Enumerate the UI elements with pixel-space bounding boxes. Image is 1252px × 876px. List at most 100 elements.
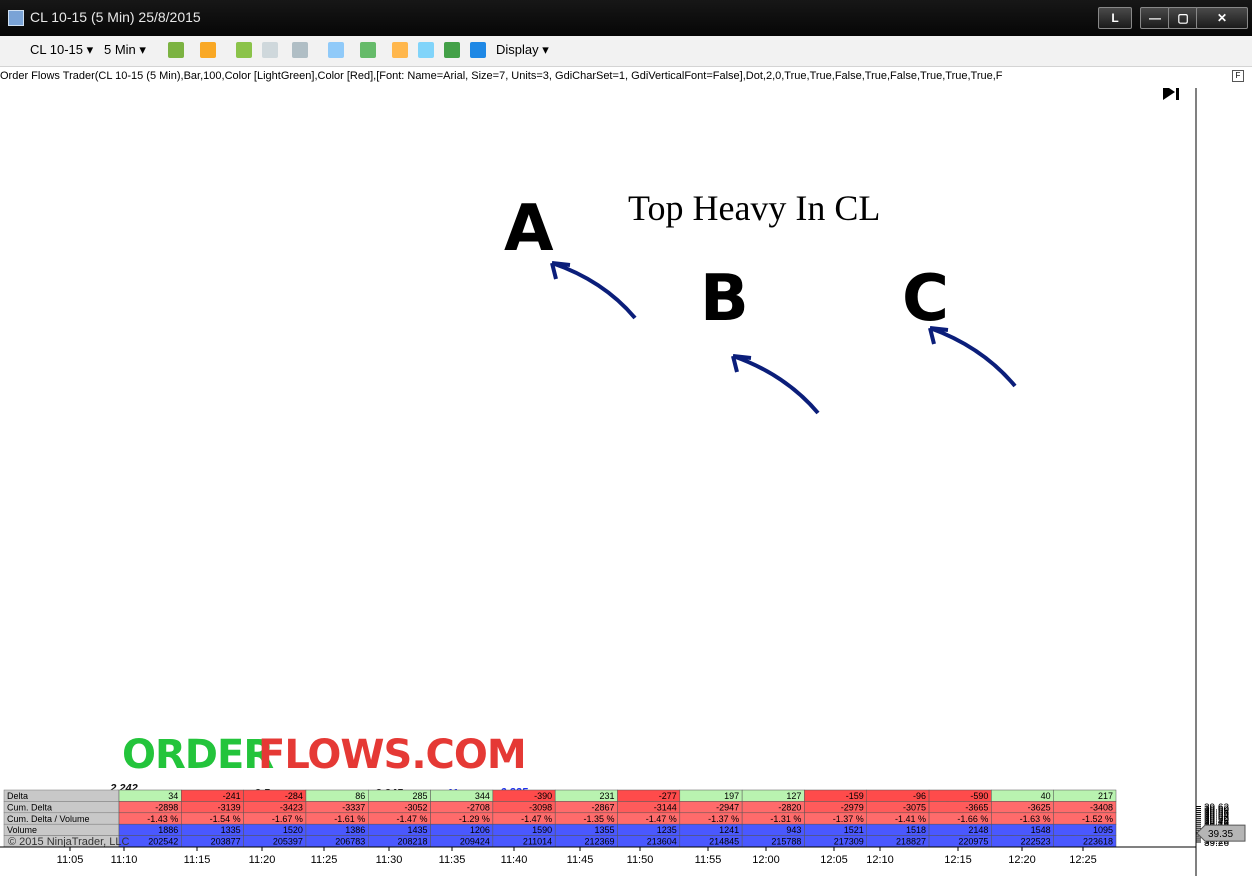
stats-value: 285 [413, 791, 428, 801]
stats-value: 1518 [906, 825, 926, 835]
stats-value: -1.35 % [583, 814, 614, 824]
stats-value: 1355 [594, 825, 614, 835]
time-tick-label: 11:20 [249, 854, 276, 866]
pin-grey-icon[interactable] [262, 42, 278, 58]
time-tick-label: 11:35 [439, 854, 466, 866]
stats-value: -1.31 % [770, 814, 801, 824]
stats-value: 231 [599, 791, 614, 801]
chart-annotation-title: Top Heavy In CL [628, 188, 880, 228]
stats-value: -1.54 % [210, 814, 241, 824]
time-tick-label: 11:45 [567, 854, 594, 866]
strategies-icon[interactable] [360, 42, 376, 58]
stats-value: -3052 [405, 802, 428, 812]
arrow-b [732, 354, 820, 415]
arrow-a [551, 261, 637, 320]
cursor-icon[interactable] [292, 42, 308, 58]
arrow-c [929, 326, 1017, 388]
stats-value: -3665 [965, 802, 988, 812]
stats-value: 217 [1098, 791, 1113, 801]
time-tick-label: 11:25 [311, 854, 338, 866]
stats-row-label: Cum. Delta / Volume [7, 814, 90, 824]
toolbar: CL 10-15 ▾ 5 Min ▾ Display ▾ [0, 36, 1252, 67]
stats-value: -3408 [1090, 802, 1113, 812]
time-tick-label: 12:20 [1008, 854, 1036, 866]
stats-value: 208218 [398, 837, 428, 847]
stats-value: -1.67 % [272, 814, 303, 824]
stats-value: -1.63 % [1020, 814, 1051, 824]
stats-value: 943 [786, 825, 801, 835]
stats-value: 1335 [221, 825, 241, 835]
stats-value: 205397 [273, 837, 303, 847]
indicator-label: Order Flows Trader(CL 10-15 (5 Min),Bar,… [0, 70, 1003, 82]
display-menu[interactable]: Display ▾ [496, 42, 549, 58]
stats-value: 217309 [834, 837, 864, 847]
zoom-icon[interactable] [328, 42, 344, 58]
time-tick-label: 11:40 [501, 854, 528, 866]
stats-value: -2820 [778, 802, 801, 812]
stats-value: 1206 [470, 825, 490, 835]
stats-value: -2867 [591, 802, 614, 812]
maximize-button[interactable]: ▢ [1168, 7, 1198, 29]
time-tick-label: 11:05 [57, 854, 84, 866]
stats-value: 34 [168, 791, 178, 801]
dollar-icon[interactable] [444, 42, 460, 58]
close-button[interactable]: ✕ [1196, 7, 1248, 29]
stats-value: -1.43 % [147, 814, 178, 824]
stats-value: -1.47 % [397, 814, 428, 824]
stats-value: 203877 [211, 837, 241, 847]
stats-value: -390 [534, 791, 552, 801]
stats-row-label: Delta [7, 791, 28, 801]
stats-value: -96 [913, 791, 926, 801]
time-tick-label: 11:50 [627, 854, 654, 866]
stats-value: -159 [846, 791, 864, 801]
interval-selector[interactable]: 5 Min ▾ [104, 42, 146, 58]
chart-style-icon[interactable] [168, 42, 184, 58]
indicators-icon[interactable] [392, 42, 408, 58]
label-c: C [902, 262, 949, 336]
time-tick-label: 12:05 [820, 854, 848, 866]
properties-icon[interactable] [470, 42, 486, 58]
stats-value: -3423 [280, 802, 303, 812]
stats-value: -3098 [529, 802, 552, 812]
stats-value: 127 [786, 791, 801, 801]
stats-value: -1.66 % [957, 814, 988, 824]
scroll-end-icon [1163, 88, 1175, 100]
stats-value: -1.41 % [895, 814, 926, 824]
label-a: A [504, 192, 554, 266]
stats-value: 86 [355, 791, 365, 801]
watermark: © 2015 NinjaTrader, LLC [8, 836, 129, 848]
chart-trader-icon[interactable] [418, 42, 434, 58]
stats-value: -590 [970, 791, 988, 801]
stats-value: 1521 [844, 825, 864, 835]
stats-value: 212369 [584, 837, 614, 847]
price-tag-label: 39.35 [1208, 829, 1233, 840]
stats-value: 1241 [719, 825, 739, 835]
stats-value: 197 [724, 791, 739, 801]
time-tick-label: 12:10 [866, 854, 894, 866]
stats-value: 40 [1041, 791, 1051, 801]
footprint-chart: 39.2639.2839.3039.3239.3439.3639.3839.40… [0, 88, 1246, 876]
stats-value: -2898 [155, 802, 178, 812]
stats-value: 211014 [523, 837, 552, 847]
stats-value: -2708 [467, 802, 490, 812]
window-title: CL 10-15 (5 Min) 25/8/2015 [30, 9, 201, 25]
f-button[interactable]: F [1232, 70, 1244, 82]
time-tick-label: 12:00 [752, 854, 780, 866]
stats-value: -1.47 % [646, 814, 677, 824]
stats-value: -2947 [716, 802, 739, 812]
stats-value: 222523 [1021, 837, 1051, 847]
stats-value: 202542 [148, 837, 178, 847]
instrument-selector[interactable]: CL 10-15 ▾ [30, 42, 93, 58]
stats-value: 1095 [1093, 825, 1113, 835]
stats-value: -3075 [903, 802, 926, 812]
drawing-tool-icon[interactable] [200, 42, 216, 58]
stats-value: 213604 [647, 837, 677, 847]
stats-value: -1.52 % [1082, 814, 1113, 824]
minimize-button[interactable]: — [1140, 7, 1170, 29]
stats-value: -3139 [218, 802, 241, 812]
pin-icon[interactable] [236, 42, 252, 58]
stats-value: -277 [659, 791, 677, 801]
stats-value: -1.37 % [708, 814, 739, 824]
stats-value: -3337 [342, 802, 365, 812]
link-button[interactable]: L [1098, 7, 1132, 29]
